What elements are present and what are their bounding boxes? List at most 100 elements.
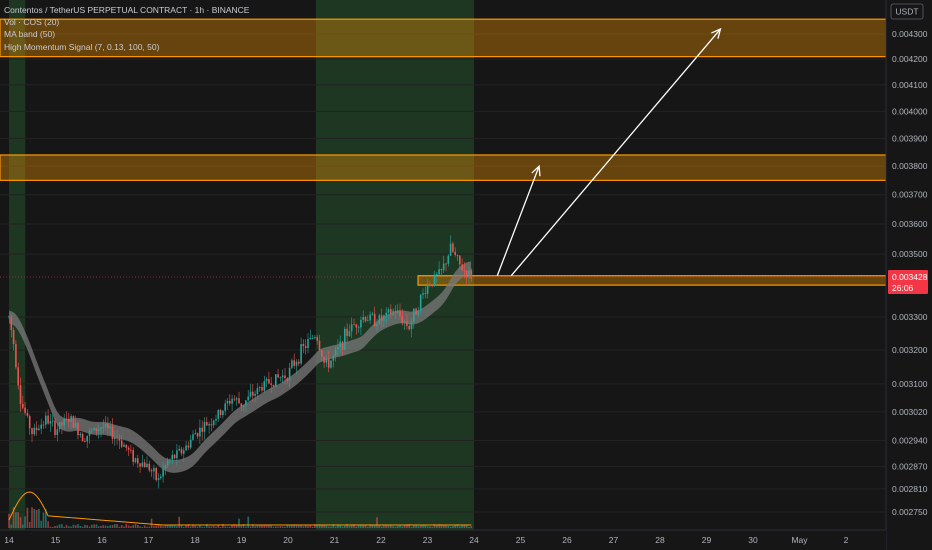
volume-bar-83 [199, 525, 201, 528]
candle-body-111 [263, 381, 266, 391]
candle-body-16 [45, 415, 47, 425]
date-axis[interactable]: 14 15 16 17 18 19 20 21 22 23 24 25 26 27 28 29 30 May 2 [0, 529, 886, 550]
volume-bar-175 [410, 526, 413, 528]
candle-body-9 [28, 415, 31, 429]
volume-bar-117 [277, 526, 279, 528]
price-tick-6: 0.003700 [892, 190, 928, 200]
candle-body-183 [429, 284, 431, 286]
candle-body-154 [362, 316, 364, 320]
candle-body-172 [403, 321, 406, 324]
candle-body-91 [217, 410, 220, 419]
candle-body-34 [86, 435, 88, 442]
candle-body-190 [445, 263, 447, 265]
volume-bar-57 [139, 526, 141, 528]
volume-bar-81 [194, 525, 197, 528]
candle-body-37 [93, 427, 95, 431]
candle-body-140 [330, 360, 332, 368]
candle-body-181 [424, 293, 427, 294]
candle-body-187 [438, 269, 440, 275]
candle-body-197 [461, 264, 463, 271]
volume-bar-30 [77, 524, 79, 528]
candle-body-73 [176, 450, 178, 459]
volume-bar-114 [270, 525, 272, 528]
candle-body-66 [160, 476, 162, 479]
volume-bar-23 [61, 524, 63, 528]
candle-body-102 [242, 405, 245, 407]
candle-body-131 [309, 338, 312, 339]
candle-body-147 [346, 328, 348, 336]
candle-body-83 [199, 427, 201, 437]
candle-body-53 [130, 449, 132, 451]
price-chart[interactable]: USDT 0.004300 0.004200 0.004100 0.004000 0.00… [0, 0, 932, 550]
volume-bar-139 [327, 526, 330, 528]
volume-bar-27 [70, 526, 72, 528]
candle-body-137 [323, 356, 325, 363]
legend-vol[interactable]: Vol · COS (20) [4, 16, 249, 28]
volume-bar-162 [380, 526, 383, 528]
candle-body-77 [185, 445, 187, 451]
volume-bar-3 [15, 511, 17, 528]
candle-body-80 [192, 434, 194, 440]
candle-body-21 [56, 429, 59, 436]
price-tick-7: 0.003600 [892, 219, 928, 229]
candle-body-105 [249, 391, 252, 397]
volume-bar-10 [31, 507, 33, 528]
price-tick-16: 0.002750 [892, 507, 928, 517]
candle-body-82 [196, 433, 199, 437]
candle-body-30 [77, 422, 79, 436]
candle-body-134 [316, 337, 318, 341]
candle-body-174 [408, 326, 410, 330]
date-tick-4: 18 [190, 535, 200, 545]
candle-body-0 [8, 316, 10, 318]
volume-bar-43 [107, 526, 109, 528]
volume-bar-89 [212, 525, 215, 528]
volume-bar-116 [275, 526, 277, 528]
legend-symbol[interactable]: Contentos / TetherUS PERPETUAL CONTRACT … [4, 4, 249, 16]
legend-ma[interactable]: MA band (50) [4, 28, 249, 40]
candle-body-160 [376, 323, 378, 327]
candle-body-106 [252, 391, 254, 396]
date-tick-11: 25 [516, 535, 526, 545]
candle-body-55 [134, 458, 137, 463]
candle-body-99 [235, 398, 238, 400]
candle-body-116 [275, 374, 277, 387]
candle-body-88 [210, 424, 213, 426]
candle-body-166 [390, 309, 392, 315]
candle-body-63 [153, 467, 155, 472]
volume-bar-196 [459, 526, 461, 528]
candle-body-113 [268, 379, 270, 384]
candle-body-117 [277, 374, 279, 378]
volume-bar-13 [38, 508, 40, 528]
volume-bar-39 [97, 526, 100, 528]
candle-body-93 [222, 410, 224, 416]
candle-body-76 [183, 450, 185, 454]
candle-body-94 [224, 403, 226, 411]
candle-body-62 [150, 470, 153, 472]
candle-body-75 [180, 448, 183, 454]
legend-hms[interactable]: High Momentum Signal (7, 0.13, 100, 50) [4, 41, 249, 53]
candle-body-195 [456, 254, 459, 256]
candle-body-86 [206, 422, 208, 426]
candle-body-68 [164, 465, 167, 469]
date-tick-7: 21 [330, 535, 340, 545]
volume-bar-125 [295, 525, 298, 528]
candle-body-128 [302, 343, 305, 347]
volume-bar-186 [436, 525, 438, 528]
volume-bar-104 [247, 516, 249, 528]
volume-bar-100 [238, 518, 240, 528]
volume-bar-22 [58, 524, 61, 528]
candle-body-157 [369, 314, 371, 321]
volume-bar-50 [123, 526, 125, 528]
candle-body-12 [35, 427, 38, 431]
volume-bar-31 [79, 526, 82, 528]
volume-bar-176 [413, 525, 415, 528]
candle-body-95 [226, 400, 229, 404]
candle-body-25 [65, 418, 68, 420]
volume-bar-1 [10, 524, 13, 528]
candle-body-152 [357, 327, 360, 329]
candle-body-153 [360, 319, 362, 328]
date-tick-9: 23 [423, 535, 433, 545]
price-tick-12: 0.003020 [892, 407, 928, 417]
candle-body-199 [465, 270, 468, 278]
volume-bar-60 [146, 526, 148, 528]
